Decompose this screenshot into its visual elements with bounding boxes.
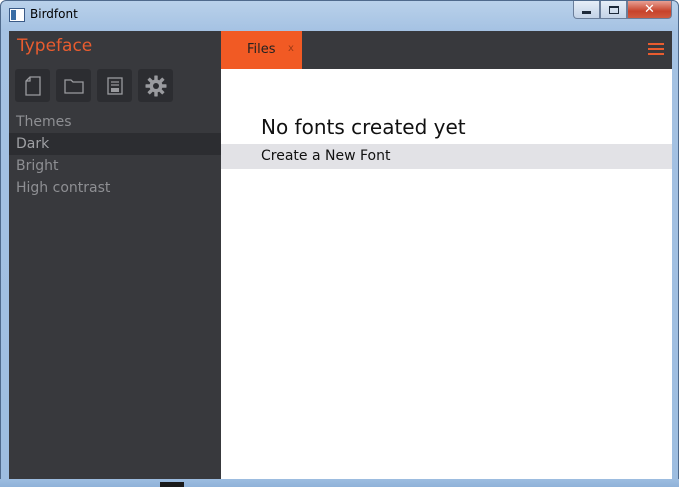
close-button[interactable]: ✕: [627, 1, 672, 19]
tab-close-icon[interactable]: x: [288, 43, 294, 54]
theme-item-dark[interactable]: Dark: [9, 133, 221, 155]
new-file-icon: [24, 75, 41, 96]
typeface-title: Typeface: [17, 36, 93, 56]
create-new-font-item[interactable]: Create a New Font: [221, 144, 672, 169]
new-file-button[interactable]: [15, 69, 50, 102]
theme-list: Themes Dark Bright High contrast: [9, 111, 221, 199]
taskbar-fragment: [160, 482, 184, 487]
maximize-button[interactable]: [600, 1, 627, 19]
empty-state-title: No fonts created yet: [261, 115, 466, 139]
tab-files-label: Files: [247, 42, 276, 57]
settings-button[interactable]: [138, 69, 173, 102]
theme-item-bright[interactable]: Bright: [9, 155, 221, 177]
hamburger-menu-icon[interactable]: [648, 43, 664, 55]
minimize-icon: [582, 11, 591, 14]
themes-header: Themes: [16, 114, 72, 130]
sidebar-toolbar: [15, 69, 173, 102]
minimize-button[interactable]: [573, 1, 600, 19]
tab-bar: Files x: [221, 31, 672, 69]
open-folder-button[interactable]: [56, 69, 91, 102]
app-window: Birdfont ✕ Typeface Themes Dark Bright H…: [0, 0, 679, 487]
window-title: Birdfont: [30, 7, 78, 21]
create-new-font-label: Create a New Font: [261, 148, 391, 164]
save-icon: [106, 76, 123, 95]
close-icon: ✕: [644, 2, 655, 17]
settings-gear-icon: [145, 75, 166, 96]
title-bar[interactable]: Birdfont ✕: [1, 1, 678, 29]
tab-files[interactable]: Files x: [221, 31, 302, 69]
save-button[interactable]: [97, 69, 132, 102]
client-area: Typeface Themes Dark Bright High contras…: [9, 31, 672, 480]
sidebar: Typeface Themes Dark Bright High contras…: [9, 31, 221, 480]
window-bottom-border: [0, 479, 679, 487]
window-controls: ✕: [573, 1, 672, 19]
theme-item-high-contrast[interactable]: High contrast: [9, 177, 221, 199]
maximize-icon: [608, 5, 619, 14]
open-folder-icon: [63, 78, 84, 94]
app-icon[interactable]: [9, 8, 25, 22]
main-panel: Files x No fonts created yet Create a Ne…: [221, 31, 672, 480]
